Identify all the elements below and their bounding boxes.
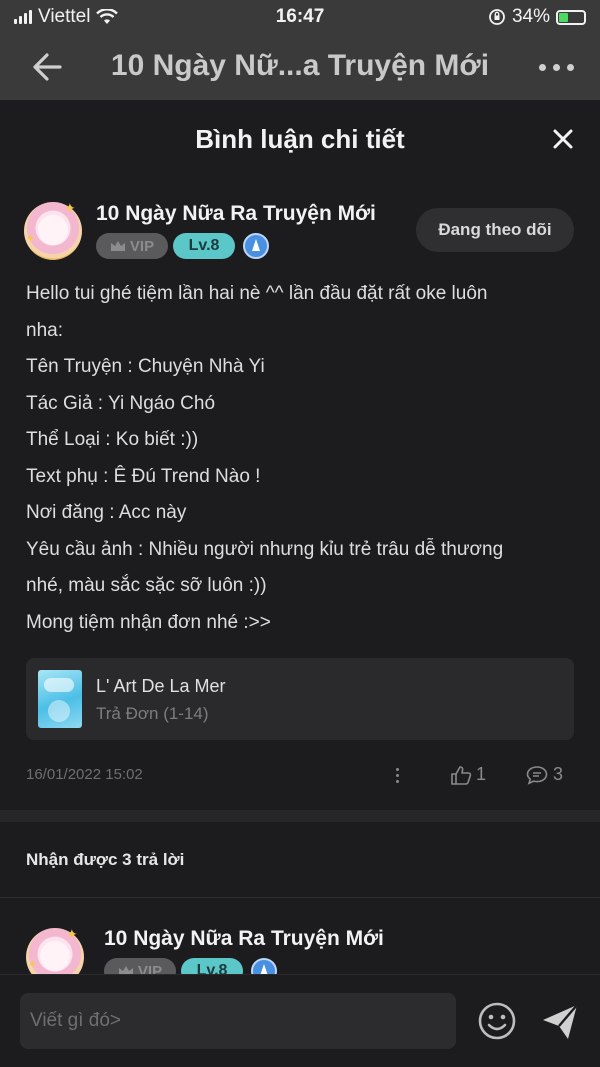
reply-verified-badge-icon (251, 958, 277, 974)
emoji-icon[interactable] (477, 1001, 517, 1041)
reply-count: 3 (553, 764, 564, 784)
comment-options-icon[interactable] (394, 768, 400, 783)
comment-line: Nơi đăng : Acc này (26, 502, 187, 523)
orientation-lock-icon (489, 9, 505, 25)
comment-timestamp: 16/01/2022 15:02 (26, 766, 143, 783)
comment-line: Mong tiệm nhận đơn nhé :>> (26, 611, 271, 633)
comment-line: Tác Giả : Yi Ngáo Chó (26, 392, 216, 414)
comment-meta-row: 16/01/2022 15:02 1 3 (0, 762, 600, 792)
reply-author-name[interactable]: 10 Ngày Nữa Ra Truyện Mới (104, 927, 384, 951)
sheet-title: Bình luận chi tiết (195, 124, 405, 154)
reply-vip-label: VIP (137, 962, 163, 975)
story-cover-image (38, 670, 82, 728)
comment-line: nha: (26, 319, 63, 341)
level-badge: Lv.8 (173, 233, 235, 259)
top-nav: 10 Ngày Nữ...a Truyện Mới (0, 34, 600, 100)
reply-level-badge: Lv.8 (181, 958, 243, 974)
linked-story-card[interactable]: L' Art De La Mer Trả Đơn (1-14) (26, 658, 574, 740)
verified-badge-icon (243, 233, 269, 259)
vip-badge: VIP (96, 233, 168, 259)
battery-icon (556, 9, 586, 25)
comment-detail-sheet: Bình luận chi tiết ✦ ✦ 10 Ngày Nữa Ra Tr… (0, 100, 600, 1067)
battery-fill (559, 12, 568, 22)
comment-line: nhé, màu sắc sặc sỡ luôn :)) (26, 575, 267, 596)
send-icon[interactable] (540, 1003, 580, 1041)
section-divider (0, 810, 600, 822)
crown-icon (110, 241, 125, 251)
status-right: 34% (488, 6, 586, 28)
reply-list-item[interactable]: ✦ ✦ 10 Ngày Nữa Ra Truyện Mới VIP Lv.8 (0, 898, 600, 974)
battery-percent: 34% (511, 6, 550, 27)
reply-avatar[interactable]: ✦ ✦ (26, 926, 84, 974)
crown-icon (118, 966, 133, 974)
status-bar: Viettel 16:47 34% (0, 0, 600, 34)
comment-line: Hello tui ghé tiệm lần hai nè ^^ lần đầu… (26, 283, 488, 304)
close-icon[interactable] (552, 128, 574, 150)
following-button[interactable]: Đang theo dõi (416, 208, 574, 252)
comment-line: Thể Loại : Ko biết :)) (26, 429, 199, 450)
story-title: L' Art De La Mer (96, 676, 226, 696)
comment-input-bar (0, 974, 600, 1067)
like-button[interactable]: 1 (450, 764, 486, 785)
replies-count-label: Nhận được 3 trả lời (26, 850, 185, 869)
more-options-icon[interactable] (539, 64, 574, 71)
comment-line: Yêu cầu ảnh : Nhiều người nhưng kỉu trẻ … (26, 538, 504, 560)
vip-label: VIP (129, 237, 155, 255)
like-count: 1 (476, 764, 487, 784)
sheet-header: Bình luận chi tiết (0, 100, 600, 180)
reply-vip-badge: VIP (104, 958, 176, 974)
comment-line: Tên Truyện : Chuyện Nhà Yi (26, 356, 265, 377)
comment-line: Text phụ : Ê Đú Trend Nào ! (26, 465, 261, 487)
comment-input[interactable] (20, 993, 456, 1049)
thumbs-up-icon (451, 765, 472, 785)
reply-button[interactable]: 3 (526, 764, 563, 785)
chat-bubble-icon (526, 765, 548, 785)
back-arrow-icon[interactable] (30, 50, 66, 84)
story-subtitle: Trả Đơn (1-14) (96, 704, 209, 723)
comment-author-name[interactable]: 10 Ngày Nữa Ra Truyện Mới (96, 202, 376, 226)
comment-body: Hello tui ghé tiệm lần hai nè ^^ lần đầu… (26, 276, 566, 641)
avatar[interactable]: ✦ ✦ (24, 200, 82, 260)
page-title: 10 Ngày Nữ...a Truyện Mới (110, 49, 490, 82)
